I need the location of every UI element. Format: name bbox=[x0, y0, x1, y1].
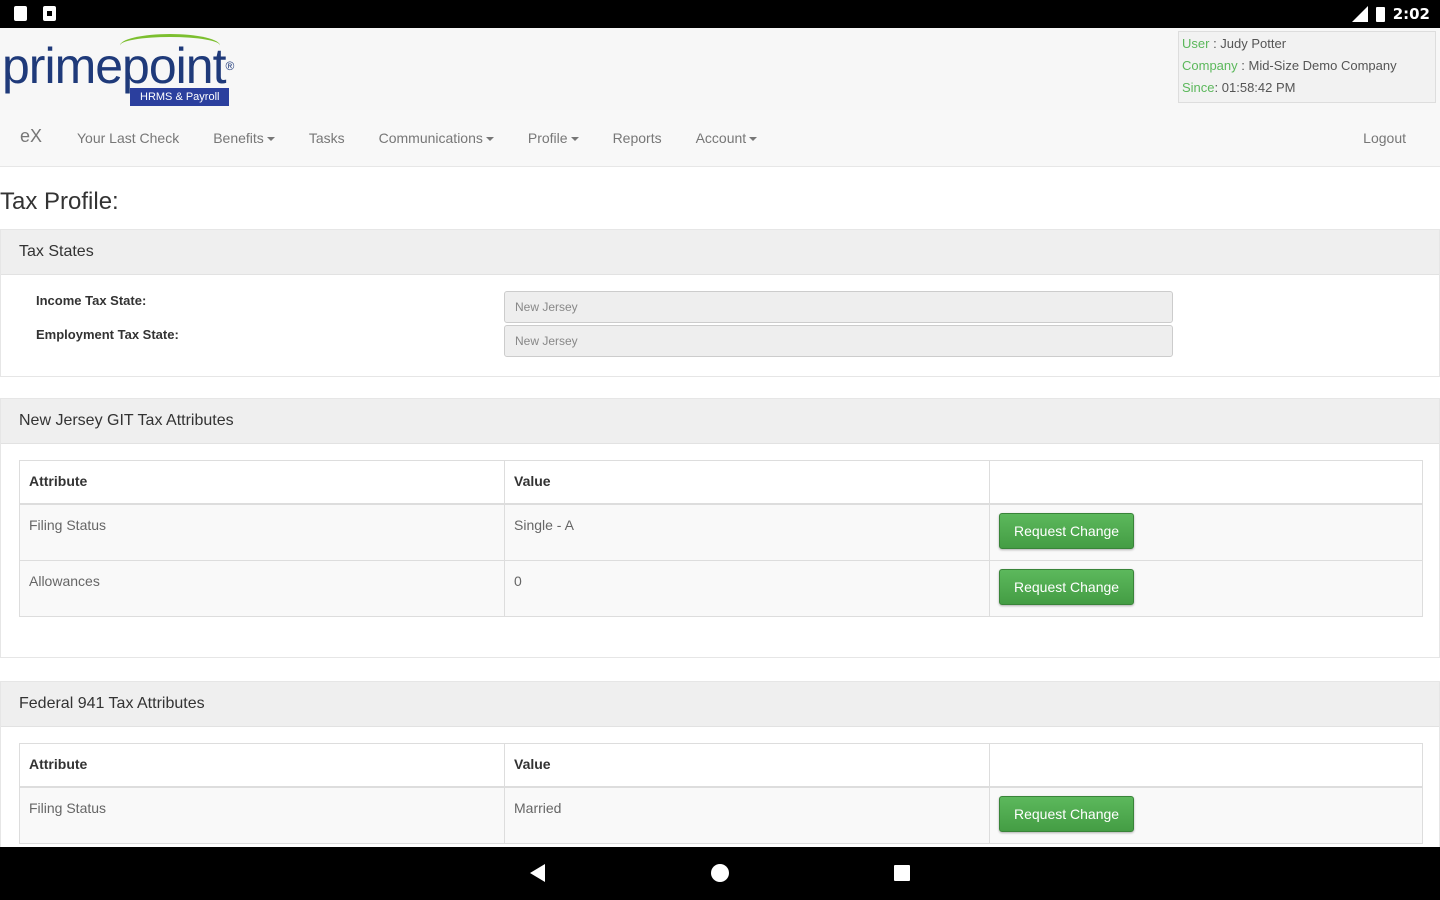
user-name: Judy Potter bbox=[1220, 36, 1287, 51]
employment-tax-state-label: Employment Tax State: bbox=[36, 327, 179, 342]
nav-item-account[interactable]: Account bbox=[679, 110, 775, 166]
nav-item-your-last-check[interactable]: Your Last Check bbox=[60, 110, 196, 166]
income-tax-state-label: Income Tax State: bbox=[36, 293, 147, 308]
user-label: User bbox=[1182, 36, 1210, 51]
request-change-button[interactable]: Request Change bbox=[999, 568, 1135, 605]
company-name: Mid-Size Demo Company bbox=[1248, 58, 1397, 73]
value-cell: 0 bbox=[504, 559, 990, 617]
notification-icon bbox=[43, 6, 56, 21]
panel-title: Tax States bbox=[1, 230, 1439, 275]
recent-apps-icon[interactable] bbox=[894, 865, 910, 881]
page-title: Tax Profile: bbox=[0, 188, 119, 215]
income-tax-state-field[interactable] bbox=[504, 291, 1173, 323]
column-header-attribute: Attribute bbox=[19, 460, 505, 505]
tax-states-panel: Tax States Income Tax State: Employment … bbox=[0, 229, 1440, 377]
attribute-cell: Allowances bbox=[19, 559, 505, 617]
home-icon[interactable] bbox=[711, 864, 729, 882]
nav-item-reports[interactable]: Reports bbox=[596, 110, 679, 166]
user-info-box: User : Judy Potter Company : Mid-Size De… bbox=[1178, 31, 1436, 103]
value-cell: Married bbox=[504, 786, 990, 844]
since-time: 01:58:42 PM bbox=[1221, 80, 1296, 95]
app-header: primepoint® HRMS & Payroll User : Judy P… bbox=[0, 28, 1440, 111]
panel-title: New Jersey GIT Tax Attributes bbox=[1, 399, 1439, 444]
table-row: Filing Status Married Request Change bbox=[19, 786, 1423, 844]
attribute-cell: Filing Status bbox=[19, 503, 505, 561]
primepoint-logo[interactable]: primepoint® HRMS & Payroll bbox=[2, 34, 272, 108]
federal-941-tax-attributes-panel: Federal 941 Tax Attributes Attribute Val… bbox=[0, 681, 1440, 861]
android-nav-bar bbox=[0, 847, 1440, 900]
request-change-button[interactable]: Request Change bbox=[999, 513, 1135, 549]
nav-item-benefits[interactable]: Benefits bbox=[196, 110, 292, 166]
status-bar: 2:02 bbox=[0, 0, 1440, 28]
table-header-row: Attribute Value bbox=[19, 460, 1423, 505]
request-change-button[interactable]: Request Change bbox=[999, 796, 1135, 832]
panel-title: Federal 941 Tax Attributes bbox=[1, 682, 1439, 727]
battery-icon bbox=[1375, 6, 1385, 22]
clipboard-icon bbox=[14, 6, 27, 21]
column-header-action bbox=[989, 460, 1423, 505]
table-row: Filing Status Single - A Request Change bbox=[19, 503, 1423, 561]
federal-attributes-table: Attribute Value Filing Status Married Re… bbox=[19, 743, 1423, 844]
value-cell: Single - A bbox=[504, 503, 990, 561]
column-header-action bbox=[989, 743, 1423, 788]
since-label: Since bbox=[1182, 80, 1215, 95]
company-label: Company bbox=[1182, 58, 1238, 73]
main-navbar: eX Your Last Check Benefits Tasks Commun… bbox=[0, 110, 1440, 167]
status-time: 2:02 bbox=[1392, 5, 1430, 23]
table-header-row: Attribute Value bbox=[19, 743, 1423, 788]
nav-item-profile[interactable]: Profile bbox=[511, 110, 596, 166]
caret-down-icon bbox=[485, 137, 494, 142]
caret-down-icon bbox=[749, 137, 758, 142]
logout-link[interactable]: Logout bbox=[1363, 110, 1406, 166]
nav-item-communications[interactable]: Communications bbox=[362, 110, 511, 166]
column-header-value: Value bbox=[504, 743, 990, 788]
column-header-attribute: Attribute bbox=[19, 743, 505, 788]
signal-icon bbox=[1351, 6, 1368, 22]
caret-down-icon bbox=[266, 137, 275, 142]
nav-brand[interactable]: eX bbox=[20, 126, 42, 147]
nj-git-tax-attributes-panel: New Jersey GIT Tax Attributes Attribute … bbox=[0, 398, 1440, 658]
nj-git-attributes-table: Attribute Value Filing Status Single - A… bbox=[19, 460, 1423, 617]
column-header-value: Value bbox=[504, 460, 990, 505]
logo-text-prime: prime bbox=[2, 38, 123, 94]
logo-registered-mark: ® bbox=[225, 59, 234, 73]
employment-tax-state-field[interactable] bbox=[504, 325, 1173, 357]
caret-down-icon bbox=[570, 137, 579, 142]
logo-tagline: HRMS & Payroll bbox=[130, 88, 230, 106]
table-row: Allowances 0 Request Change bbox=[19, 559, 1423, 617]
logo-text-point: point bbox=[122, 38, 226, 94]
attribute-cell: Filing Status bbox=[19, 786, 505, 844]
back-icon[interactable] bbox=[530, 864, 545, 882]
nav-item-tasks[interactable]: Tasks bbox=[292, 110, 362, 166]
